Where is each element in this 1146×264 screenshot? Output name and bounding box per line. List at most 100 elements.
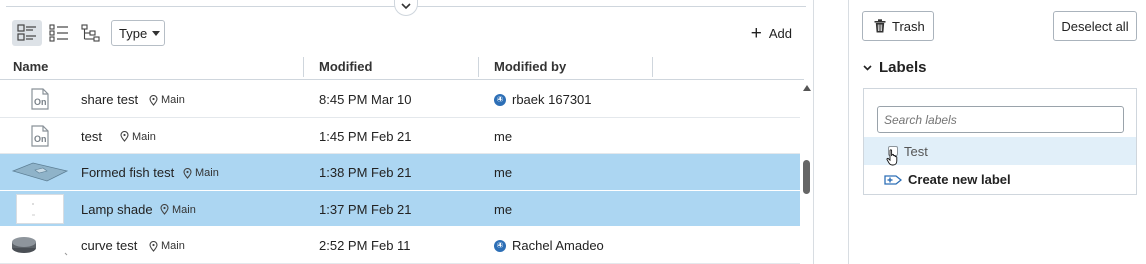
branch-tag: Main — [183, 167, 219, 179]
user-badge-icon: ④ — [494, 93, 506, 106]
column-header-modified[interactable]: Modified — [319, 59, 372, 74]
modified-by-name: me — [494, 128, 513, 144]
search-labels-input[interactable] — [877, 106, 1124, 133]
add-button[interactable]: + Add — [751, 22, 792, 44]
branch-tag: Main — [149, 240, 185, 252]
label-item-test[interactable]: Test — [864, 137, 1136, 165]
modified-by: me — [494, 202, 512, 217]
table-row[interactable]: Lamp shade Main 1:37 PM Feb 21 me — [0, 190, 800, 228]
location-pin-icon — [160, 204, 169, 216]
document-thumbnail — [10, 231, 70, 259]
labels-title: Labels — [879, 59, 927, 76]
details-view-button[interactable] — [12, 20, 42, 46]
add-label: Add — [768, 25, 792, 41]
table-header: Name Modified Modified by — [0, 54, 804, 80]
chevron-down-icon — [401, 3, 411, 10]
branch-label: Main — [132, 130, 156, 143]
document-thumbnail: On — [14, 122, 66, 150]
documents-panel: Type + Add Name Modified Modified by On … — [0, 0, 812, 264]
chevron-down-icon — [863, 64, 872, 71]
modified-by-name: rbaek 167301 — [512, 92, 592, 107]
table-row[interactable]: On test Main 1:45 PM Feb 21 me — [0, 118, 800, 155]
scroll-up-arrow-icon[interactable] — [803, 85, 811, 91]
column-resize-handle[interactable] — [478, 57, 479, 77]
scrollbar-thumb[interactable] — [803, 160, 810, 194]
vertical-scrollbar[interactable] — [800, 82, 812, 264]
column-header-name[interactable]: Name — [13, 59, 48, 74]
column-header-modified-by[interactable]: Modified by — [494, 59, 566, 74]
create-new-label-button[interactable]: Create new label — [884, 172, 1011, 187]
modified-by-name: me — [494, 165, 513, 181]
modified-date: 2:52 PM Feb 11 — [319, 238, 411, 254]
column-resize-handle[interactable] — [652, 57, 653, 77]
branch-label: Main — [161, 240, 185, 253]
label-item-text: Test — [904, 143, 928, 159]
branch-label: Main — [195, 167, 219, 180]
table-row[interactable]: On share test Main 8:45 PM Mar 10 ④ rbae… — [0, 81, 800, 118]
location-pin-icon — [183, 167, 192, 179]
labels-section-toggle[interactable]: Labels — [863, 59, 927, 76]
modified-date: 1:37 PM Feb 21 — [319, 201, 412, 217]
plus-icon: + — [750, 22, 762, 44]
type-filter-dropdown[interactable]: Type — [111, 20, 165, 46]
user-badge-icon: ④ — [494, 239, 506, 252]
create-new-label-text: Create new label — [908, 172, 1011, 187]
selection-side-panel: Trash Deselect all Labels Test — [849, 0, 1146, 264]
document-name[interactable]: curve test — [81, 238, 137, 253]
branch-tag: Main — [160, 204, 196, 216]
deselect-all-button[interactable]: Deselect all — [1053, 11, 1137, 41]
list-view-icon — [49, 24, 68, 42]
modified-date: 1:45 PM Feb 21 — [319, 128, 412, 144]
documents-page: Type + Add Name Modified Modified by On … — [0, 0, 1146, 264]
trash-label: Trash — [892, 18, 925, 34]
hand-pointer-cursor-icon — [886, 149, 898, 166]
branch-label: Main — [172, 203, 196, 216]
branch-label: Main — [161, 94, 185, 106]
document-name[interactable]: Formed fish test — [81, 165, 174, 180]
panel-gutter — [814, 0, 848, 264]
tree-view-button[interactable] — [76, 20, 106, 46]
trash-button[interactable]: Trash — [862, 11, 934, 41]
documents-table-body: On share test Main 8:45 PM Mar 10 ④ rbae… — [0, 81, 800, 264]
collapse-toggle-button[interactable] — [394, 0, 418, 16]
sheet-metal-thumb — [11, 162, 69, 182]
modified-date: 1:38 PM Feb 21 — [319, 165, 412, 181]
table-row[interactable]: curve test Main 2:52 PM Feb 11 ④ Rachel … — [0, 227, 800, 264]
modified-by-name: me — [494, 201, 513, 217]
branch-tag: Main — [120, 131, 156, 143]
document-name[interactable]: test — [81, 129, 102, 144]
caret-down-icon — [152, 30, 161, 36]
column-resize-handle[interactable] — [303, 57, 304, 77]
location-pin-icon — [120, 131, 129, 142]
svg-text:On: On — [34, 134, 47, 144]
list-view-button[interactable] — [44, 20, 74, 46]
table-row[interactable]: Formed fish test Main 1:38 PM Feb 21 me — [0, 154, 800, 191]
modified-by: me — [494, 129, 512, 144]
modified-by: ④ Rachel Amadeo — [494, 238, 604, 253]
add-label-tag-icon — [884, 174, 902, 185]
modified-by: ④ rbaek 167301 — [494, 92, 592, 107]
onshape-doc-icon: On — [31, 88, 49, 110]
document-thumbnail: On — [14, 85, 66, 113]
location-pin-icon — [149, 94, 158, 106]
modified-date: 8:45 PM Mar 10 — [319, 92, 412, 107]
details-view-icon — [17, 24, 36, 41]
onshape-doc-icon: On — [31, 124, 49, 147]
document-name[interactable]: Lamp shade — [81, 202, 153, 217]
deselect-all-label: Deselect all — [1061, 18, 1129, 34]
cylinder-thumb — [12, 237, 68, 256]
location-pin-icon — [149, 240, 158, 252]
documents-toolbar: Type + Add — [12, 20, 802, 48]
document-thumbnail — [10, 158, 70, 186]
document-name[interactable]: share test — [81, 92, 138, 107]
modified-by: me — [494, 165, 512, 180]
labels-panel: Test Create new label — [863, 88, 1137, 195]
type-filter-label: Type — [119, 25, 148, 41]
svg-text:On: On — [34, 97, 47, 107]
blank-drawing-thumb — [32, 203, 35, 216]
branch-tag: Main — [149, 94, 185, 106]
modified-by-name: Rachel Amadeo — [512, 238, 604, 254]
tree-view-icon — [81, 24, 100, 42]
document-thumbnail — [16, 193, 64, 224]
trash-icon — [874, 19, 886, 33]
